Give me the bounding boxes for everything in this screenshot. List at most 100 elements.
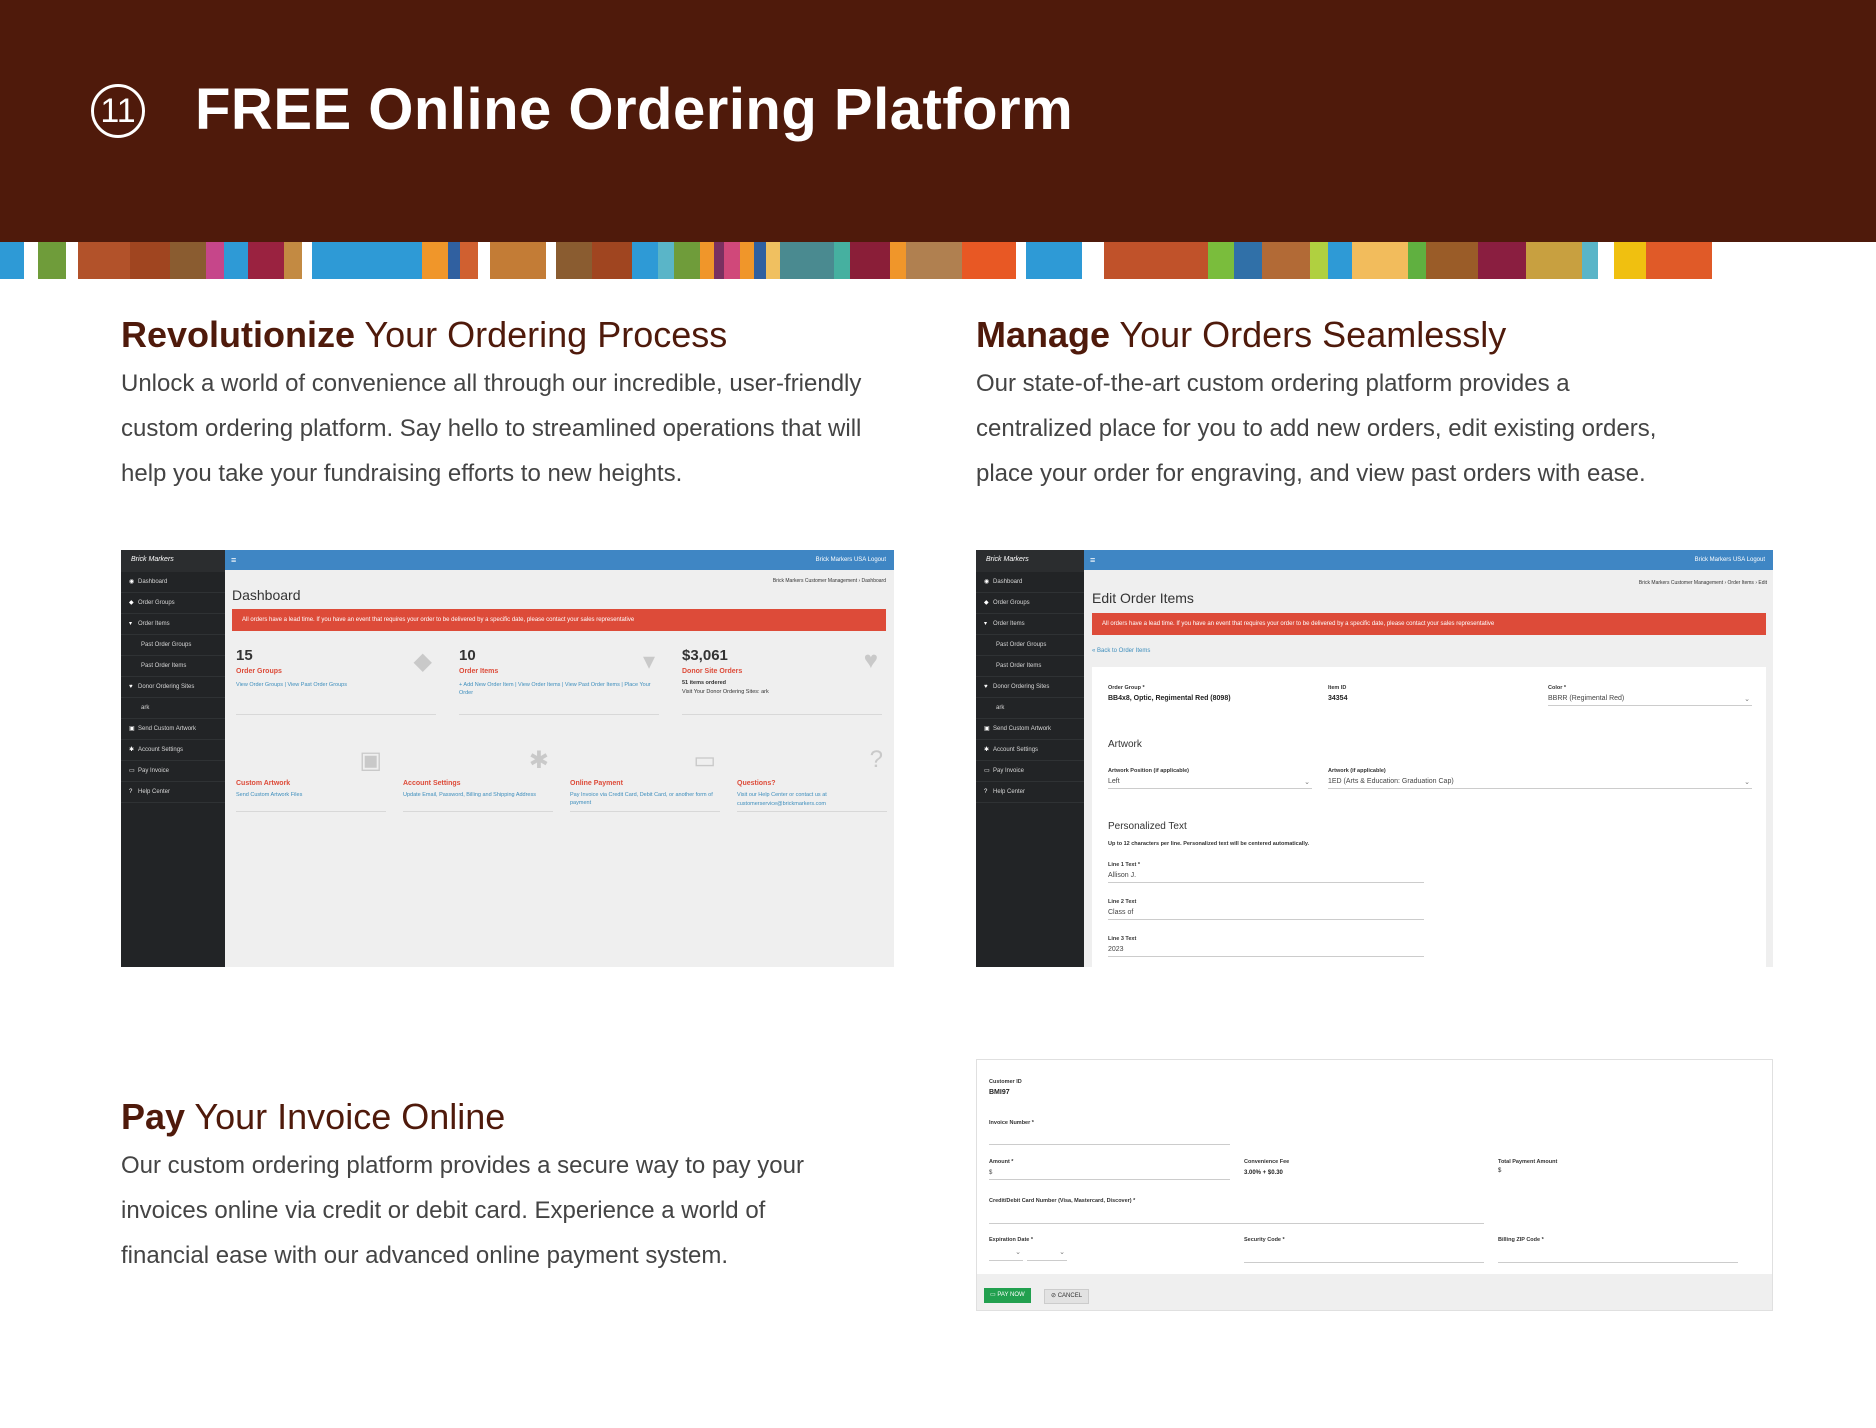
order-items-card: 10 Order Items + Add New Order Item | Vi… (459, 647, 659, 715)
stripe-block (658, 242, 674, 279)
sidebar-item-order-groups[interactable]: ◆ Order Groups (121, 593, 225, 614)
sidebar-item-send-artwork[interactable]: ▣ Send Custom Artwork (976, 719, 1084, 740)
stripe-block (302, 242, 312, 279)
top-right-links[interactable]: Brick Markers USA Logout (1695, 550, 1765, 570)
tag-icon: ◆ (413, 648, 432, 675)
dashboard-icon: ◉ (129, 579, 135, 585)
online-payment-tile[interactable]: Online Payment Pay Invoice via Credit Ca… (570, 746, 720, 812)
line-2-input[interactable]: Class of (1108, 909, 1424, 920)
sidebar-item-past-order-items[interactable]: Past Order Items (121, 656, 225, 677)
color-select[interactable]: BBRR (Regimental Red) ⌄ (1548, 695, 1752, 706)
personalized-text-heading: Personalized Text (1108, 821, 1187, 832)
sidebar-item-send-artwork[interactable]: ▣ Send Custom Artwork (121, 719, 225, 740)
credit-card-icon: ▭ (693, 747, 716, 774)
sidebar-item-ark[interactable]: ark (121, 698, 225, 719)
sidebar-item-donor-sites[interactable]: ♥ Donor Ordering Sites (121, 677, 225, 698)
chevron-down-icon: ⌄ (1015, 1249, 1021, 1256)
stripe-block (1026, 242, 1082, 279)
edit-order-screenshot: Brick Markers ◉ Dashboard ◆ Order Groups ▾… (976, 550, 1773, 967)
sidebar-item-help-center[interactable]: ? Help Center (976, 782, 1084, 803)
stripe-block (78, 242, 130, 279)
sidebar-item-order-groups[interactable]: ◆ Order Groups (976, 593, 1084, 614)
image-icon: ▣ (984, 726, 990, 732)
stripe-block (312, 242, 422, 279)
sidebar-item-past-order-groups[interactable]: Past Order Groups (976, 635, 1084, 656)
stripe-block (1262, 242, 1310, 279)
questions-tile[interactable]: Questions? Visit our Help Center or cont… (737, 746, 887, 812)
cancel-button[interactable]: ⊘ CANCEL (1044, 1289, 1090, 1304)
sidebar-item-donor-sites[interactable]: ♥ Donor Ordering Sites (976, 677, 1084, 698)
stripe-block (1352, 242, 1408, 279)
top-right-links[interactable]: Brick Markers USA Logout (816, 550, 886, 570)
item-id-value: 34354 (1328, 695, 1348, 702)
edit-order-title: Edit Order Items (1092, 590, 1194, 606)
donor-site-orders-card: $3,061 Donor Site Orders 51 items ordere… (682, 647, 882, 715)
lead-time-alert: All orders have a lead time. If you have… (232, 609, 886, 631)
stripe-block (1104, 242, 1208, 279)
sidebar-item-order-items[interactable]: ▾ Order Items (121, 614, 225, 635)
menu-icon[interactable]: ≡ (1090, 550, 1095, 570)
gear-icon: ✱ (129, 747, 135, 753)
line-1-input[interactable]: Allison J. (1108, 872, 1424, 883)
page-title: FREE Online Ordering Platform (195, 77, 1074, 142)
card-number-input[interactable] (989, 1223, 1484, 1224)
convenience-fee-value: 3.00% + $0.30 (1244, 1170, 1283, 1176)
sidebar-item-ark[interactable]: ark (976, 698, 1084, 719)
stripe-block (1208, 242, 1234, 279)
chevron-down-icon: ⌄ (1744, 696, 1750, 703)
credit-card-icon: ▭ (129, 768, 135, 774)
sidebar-item-dashboard[interactable]: ◉ Dashboard (121, 572, 225, 593)
stripe-block (1310, 242, 1328, 279)
personalized-text-note: Up to 12 characters per line. Personaliz… (1108, 841, 1310, 847)
color-stripe (0, 242, 1876, 279)
stripe-block (890, 242, 906, 279)
sidebar-item-pay-invoice[interactable]: ▭ Pay Invoice (976, 761, 1084, 782)
stripe-block (206, 242, 224, 279)
back-to-order-items-link[interactable]: « Back to Order Items (1092, 648, 1150, 654)
stripe-block (906, 242, 962, 279)
help-icon: ? (984, 789, 988, 795)
dashboard-screenshot: Brick Markers ◉ Dashboard ◆ Order Groups ▾… (121, 550, 894, 967)
page-number-badge: 11 (91, 84, 145, 138)
invoice-number-input[interactable] (989, 1144, 1230, 1145)
form-footer (977, 1274, 1772, 1310)
line-3-input[interactable]: 2023 (1108, 946, 1424, 957)
artwork-select[interactable]: 1ED (Arts & Education: Graduation Cap) ⌄ (1328, 778, 1752, 789)
menu-icon[interactable]: ≡ (231, 550, 236, 570)
sidebar-item-account-settings[interactable]: ✱ Account Settings (121, 740, 225, 761)
stripe-block (170, 242, 206, 279)
security-code-input[interactable] (1244, 1262, 1484, 1263)
tag-icon: ◆ (129, 600, 134, 606)
artwork-position-select[interactable]: Left ⌄ (1108, 778, 1312, 789)
revolutionize-heading: Revolutionize Your Ordering Process (121, 314, 728, 355)
image-icon: ▣ (129, 726, 135, 732)
sidebar-item-past-order-items[interactable]: Past Order Items (976, 656, 1084, 677)
amount-input[interactable]: $ (989, 1170, 1230, 1180)
stripe-block (1234, 242, 1262, 279)
sidebar-item-help-center[interactable]: ? Help Center (121, 782, 225, 803)
chevron-down-icon: ⌄ (1059, 1249, 1065, 1256)
account-settings-tile[interactable]: Account Settings Update Email, Password,… (403, 746, 553, 812)
billing-zip-input[interactable] (1498, 1262, 1738, 1263)
cart-icon: ▾ (129, 621, 133, 627)
stripe-block (478, 242, 490, 279)
pay-now-button[interactable]: ▭ PAY NOW (984, 1288, 1031, 1303)
total-payment-value: $ (1498, 1168, 1502, 1174)
stripe-block (248, 242, 284, 279)
sidebar-item-dashboard[interactable]: ◉ Dashboard (976, 572, 1084, 593)
pay-invoice-screenshot: Customer ID BMI97 Invoice Number * Amoun… (976, 1059, 1773, 1311)
chevron-down-icon: ⌄ (1744, 779, 1750, 786)
sidebar-item-order-items[interactable]: ▾ Order Items (976, 614, 1084, 635)
stripe-block (740, 242, 754, 279)
custom-artwork-tile[interactable]: Custom Artwork Send Custom Artwork Files… (236, 746, 386, 812)
stripe-block (130, 242, 170, 279)
brand-logo: Brick Markers (121, 550, 225, 572)
stripe-block (674, 242, 700, 279)
order-groups-card: 15 Order Groups View Order Groups | View… (236, 647, 436, 715)
stripe-block (24, 242, 38, 279)
expiration-year-select[interactable]: ⌄ (1027, 1248, 1067, 1261)
sidebar-item-past-order-groups[interactable]: Past Order Groups (121, 635, 225, 656)
sidebar-item-account-settings[interactable]: ✱ Account Settings (976, 740, 1084, 761)
sidebar-item-pay-invoice[interactable]: ▭ Pay Invoice (121, 761, 225, 782)
expiration-month-select[interactable]: ⌄ (989, 1248, 1023, 1261)
